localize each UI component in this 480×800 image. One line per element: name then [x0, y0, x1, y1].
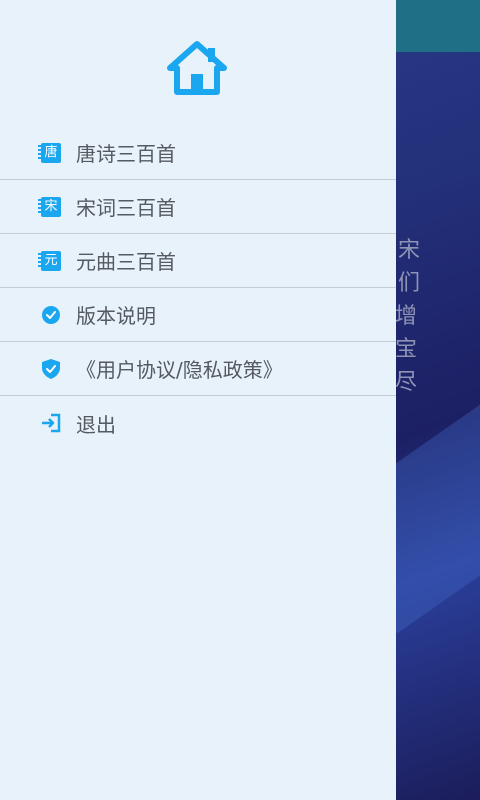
background-text-line: 宋 — [398, 238, 422, 263]
navigation-drawer: 唐 唐诗三百首 宋 宋词三百首 元 元曲三百首 版本说明 《用户协议/隐私政策》… — [0, 0, 396, 800]
menu-item-exit[interactable]: 退出 — [0, 396, 396, 450]
menu-item-label: 唐诗三百首 — [76, 142, 176, 166]
shield-check-icon — [40, 358, 62, 380]
menu-item-label: 退出 — [76, 412, 116, 437]
exit-icon — [40, 412, 62, 434]
menu-item-tang-poems[interactable]: 唐 唐诗三百首 — [0, 126, 396, 180]
book-icon: 唐 — [38, 142, 62, 164]
menu-item-label: 版本说明 — [76, 304, 156, 328]
book-icon-char: 唐 — [38, 142, 61, 163]
menu-item-song-ci[interactable]: 宋 宋词三百首 — [0, 180, 396, 234]
home-icon[interactable] — [166, 40, 228, 96]
book-icon-char: 元 — [38, 250, 61, 271]
menu-item-yuan-qu[interactable]: 元 元曲三百首 — [0, 234, 396, 288]
book-icon: 宋 — [38, 196, 62, 218]
background-text-line: 们 — [398, 271, 422, 296]
menu-item-version-info[interactable]: 版本说明 — [0, 288, 396, 342]
menu-item-label: 宋词三百首 — [76, 196, 176, 220]
menu-item-user-agreement[interactable]: 《用户协议/隐私政策》 — [0, 342, 396, 396]
check-circle-icon — [40, 304, 62, 326]
drawer-menu: 唐 唐诗三百首 宋 宋词三百首 元 元曲三百首 版本说明 《用户协议/隐私政策》… — [0, 126, 396, 450]
menu-item-label: 元曲三百首 — [76, 250, 176, 274]
background-text: 宋 们 译增 深宝 会尽 — [372, 234, 478, 399]
menu-item-label: 《用户协议/隐私政策》 — [76, 358, 283, 382]
book-icon: 元 — [38, 250, 62, 272]
book-icon-char: 宋 — [38, 196, 61, 217]
